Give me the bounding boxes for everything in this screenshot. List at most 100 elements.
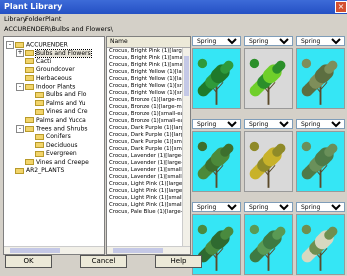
list-rows: Crocus, Bright Pink (1)[large-r Crocus, B… <box>107 48 183 216</box>
list-item[interactable]: Crocus, Bright Pink (1)[small-t <box>107 62 183 69</box>
folder-icon <box>25 50 34 57</box>
plant-preview-image[interactable] <box>244 131 293 192</box>
folder-icon <box>35 100 44 107</box>
list-item[interactable]: Crocus, Bright Yellow (1)[sma <box>107 90 183 97</box>
tree-item[interactable]: Palms and Yucca <box>16 117 86 125</box>
season-select[interactable]: SpringSummerFallWinter <box>296 119 345 129</box>
tree-item-label: Deciduous <box>46 141 78 149</box>
list-item[interactable]: Crocus, Dark Purple (1)[small <box>107 139 183 146</box>
season-select[interactable]: SpringSummerFallWinter <box>192 119 241 129</box>
help-button[interactable]: Help <box>155 255 202 268</box>
list-item[interactable]: Crocus, Bright Pink (1)[large-r <box>107 48 183 55</box>
tree-item[interactable]: Bulbs and Flo <box>26 91 86 99</box>
list-item[interactable]: Crocus, Light Pink (1)[large-m <box>107 188 183 195</box>
season-select[interactable]: SpringSummerFallWinter <box>192 202 241 212</box>
list-item[interactable]: Crocus, Lavender (1)[large-mi <box>107 160 183 167</box>
tree-item-label: Groundcover <box>36 66 75 74</box>
tree-horizontal-scrollbar[interactable] <box>4 246 104 254</box>
window-title: Plant Library <box>4 2 63 11</box>
list-item[interactable]: Crocus, Lavender (1)[small-ea <box>107 167 183 174</box>
list-header[interactable]: Name <box>107 37 190 48</box>
menu-folder[interactable]: Folder <box>25 15 45 23</box>
tree-item[interactable]: Cacti <box>16 58 51 66</box>
list-item[interactable]: Crocus, Bronze (1)[large-mid] <box>107 97 183 104</box>
list-item[interactable]: Crocus, Bronze (1)[small-early <box>107 111 183 118</box>
tree-item[interactable]: Evergreen <box>26 150 77 158</box>
tree-item[interactable]: Palms and Yu <box>26 100 86 108</box>
tree-item[interactable]: - ACCURENDER <box>6 41 68 49</box>
season-select[interactable]: SpringSummerFallWinter <box>244 119 293 129</box>
tree-item[interactable]: Vines and Creepe <box>16 159 89 167</box>
list-horizontal-scrollbar[interactable] <box>107 246 190 254</box>
list-item[interactable]: Crocus, Dark Purple (1)[small <box>107 146 183 153</box>
tree-item-label: Herbaceous <box>36 74 72 82</box>
tree-item-label: Cacti <box>36 57 52 65</box>
preview-grid: SpringSummerFallWinter SpringSummerFallW… <box>192 36 347 275</box>
tree-item-label: Bulbs and Flowers <box>35 48 92 58</box>
list-item[interactable]: Crocus, Bright Yellow (1)[large <box>107 76 183 83</box>
tree-item-label: Palms and Yucca <box>36 116 86 124</box>
folder-icon <box>35 91 44 98</box>
tree-item-label: Evergreen <box>46 150 77 158</box>
list-item[interactable]: Crocus, Pale Blue (1)[large-m <box>107 209 183 216</box>
folder-icon <box>25 66 34 73</box>
tree-item[interactable]: + Bulbs and Flowers <box>16 48 92 58</box>
list-item[interactable]: Crocus, Bronze (1)[small-early <box>107 118 183 125</box>
folder-tree[interactable]: AR2_PLANTS Vines and Creepe Evergreen Decid… <box>3 36 105 255</box>
tree-item[interactable]: Vines and Cre <box>26 108 88 116</box>
list-item[interactable]: Crocus, Light Pink (1)[small-e <box>107 202 183 209</box>
tree-item[interactable]: Herbaceous <box>16 75 72 83</box>
plant-preview-image[interactable] <box>244 214 293 275</box>
collapse-icon[interactable]: - <box>6 41 14 49</box>
list-item[interactable]: Crocus, Dark Purple (1)[large <box>107 125 183 132</box>
tree-item[interactable]: Groundcover <box>16 66 75 74</box>
name-column-header[interactable]: Name <box>110 38 128 45</box>
season-select[interactable]: SpringSummerFallWinter <box>192 36 241 46</box>
plant-preview-image[interactable] <box>192 48 241 109</box>
season-select[interactable]: SpringSummerFallWinter <box>244 36 293 46</box>
list-item[interactable]: Crocus, Lavender (1)[large-mi <box>107 153 183 160</box>
tree-item-label: AR2_PLANTS <box>26 167 65 174</box>
list-item[interactable]: Crocus, Bright Yellow (1)[sma <box>107 83 183 90</box>
tree-item[interactable]: Conifers <box>26 133 71 141</box>
list-item[interactable]: Crocus, Light Pink (1)[small-e <box>107 195 183 202</box>
list-item[interactable]: Crocus, Dark Purple (1)[large <box>107 132 183 139</box>
plant-preview-image[interactable] <box>296 214 345 275</box>
tree-item-label: Palms and Yu <box>46 99 86 107</box>
ok-button[interactable]: OK <box>5 255 52 268</box>
collapse-icon[interactable]: - <box>16 125 24 133</box>
plant-preview-image[interactable] <box>296 131 345 192</box>
tree-item[interactable]: AR2_PLANTS <box>6 167 64 175</box>
title-bar: Plant Library × <box>0 0 347 14</box>
tree-item-label: Vines and Cre <box>46 108 88 116</box>
tree-item-label: Vines and Creepe <box>36 158 89 166</box>
season-select[interactable]: SpringSummerFallWinter <box>296 202 345 212</box>
list-vertical-scrollbar[interactable] <box>182 48 190 254</box>
season-select[interactable]: SpringSummerFallWinter <box>244 202 293 212</box>
tree-item[interactable]: - Trees and Shrubs <box>16 125 88 133</box>
cancel-button[interactable]: Cancel <box>80 255 127 268</box>
tree-item[interactable]: - Indoor Plants <box>16 83 75 91</box>
list-item[interactable]: Crocus, Bronze (1)[large-mid] <box>107 104 183 111</box>
close-icon[interactable]: × <box>335 1 347 13</box>
folder-icon <box>35 133 44 140</box>
folder-icon <box>25 117 34 124</box>
season-select[interactable]: SpringSummerFallWinter <box>296 36 345 46</box>
plant-preview-image[interactable] <box>192 131 241 192</box>
collapse-icon[interactable]: - <box>16 83 24 91</box>
plant-preview-image[interactable] <box>244 48 293 109</box>
list-item[interactable]: Crocus, Lavender (1)[small-ea <box>107 174 183 181</box>
expand-icon[interactable]: + <box>16 49 24 58</box>
tree-item-label: Conifers <box>46 133 71 141</box>
tree-item[interactable]: Deciduous <box>26 142 78 150</box>
folder-icon <box>25 126 34 132</box>
folder-icon <box>35 142 44 149</box>
plant-list[interactable]: Name Crocus, Bright Pink (1)[large-r Croc… <box>106 36 191 255</box>
list-item[interactable]: Crocus, Bright Yellow (1)[large <box>107 69 183 76</box>
folder-icon <box>35 108 44 115</box>
menu-plant[interactable]: Plant <box>45 15 61 23</box>
list-item[interactable]: Crocus, Light Pink (1)[large-m <box>107 181 183 188</box>
list-item[interactable]: Crocus, Bright Pink (1)[small-n <box>107 55 183 62</box>
menu-library[interactable]: Library <box>4 15 27 23</box>
plant-preview-image[interactable] <box>296 48 345 109</box>
